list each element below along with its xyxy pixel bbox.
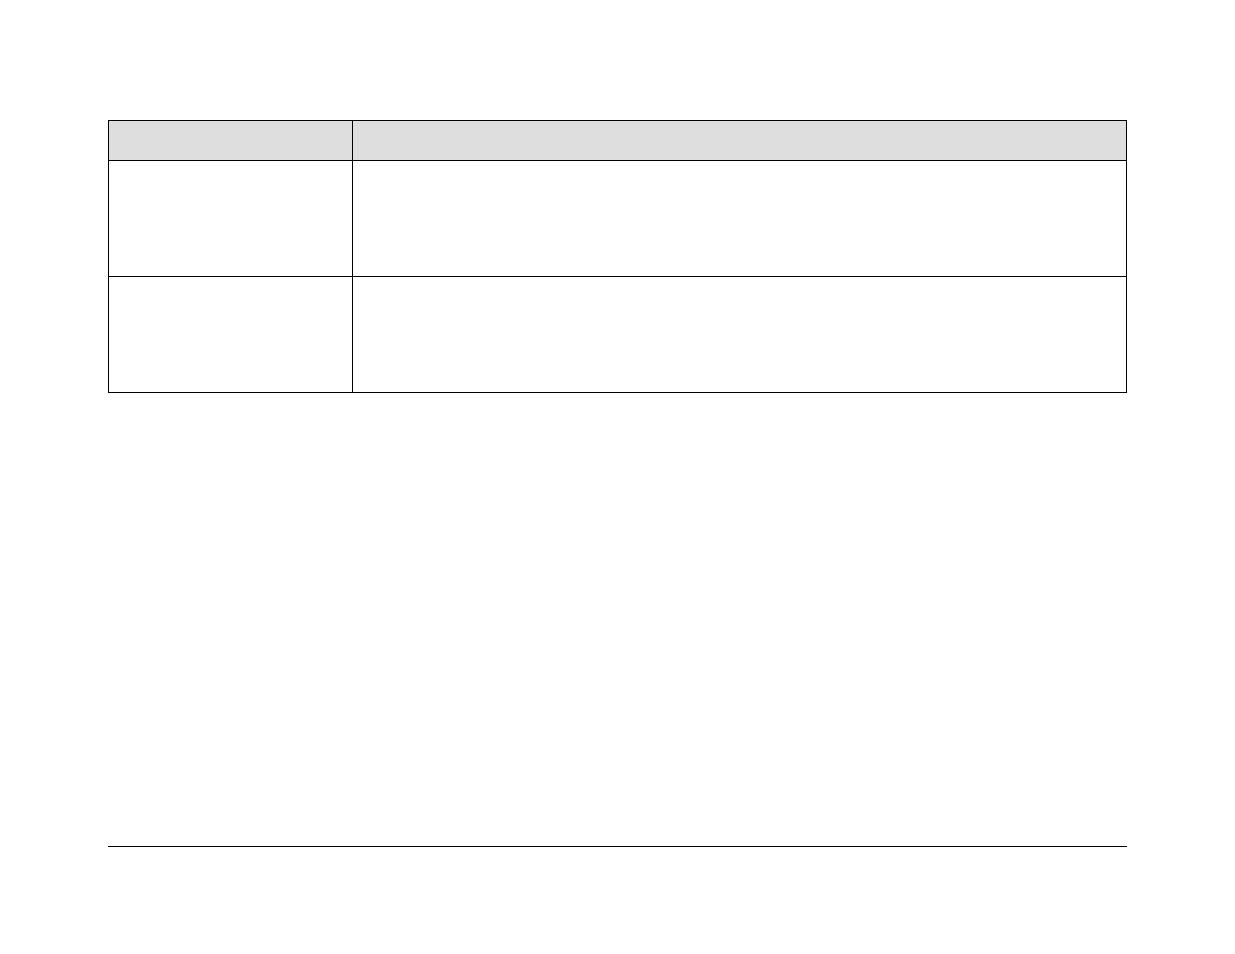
table-cell-left [109, 161, 353, 277]
table-header-2 [353, 121, 1127, 161]
two-column-table [108, 120, 1127, 393]
table-cell-right [353, 277, 1127, 393]
table-header-1 [109, 121, 353, 161]
table-row [109, 161, 1127, 277]
footer-divider [108, 846, 1127, 847]
table-cell-left [109, 277, 353, 393]
table-header-row [109, 121, 1127, 161]
table-row [109, 277, 1127, 393]
table-cell-right [353, 161, 1127, 277]
